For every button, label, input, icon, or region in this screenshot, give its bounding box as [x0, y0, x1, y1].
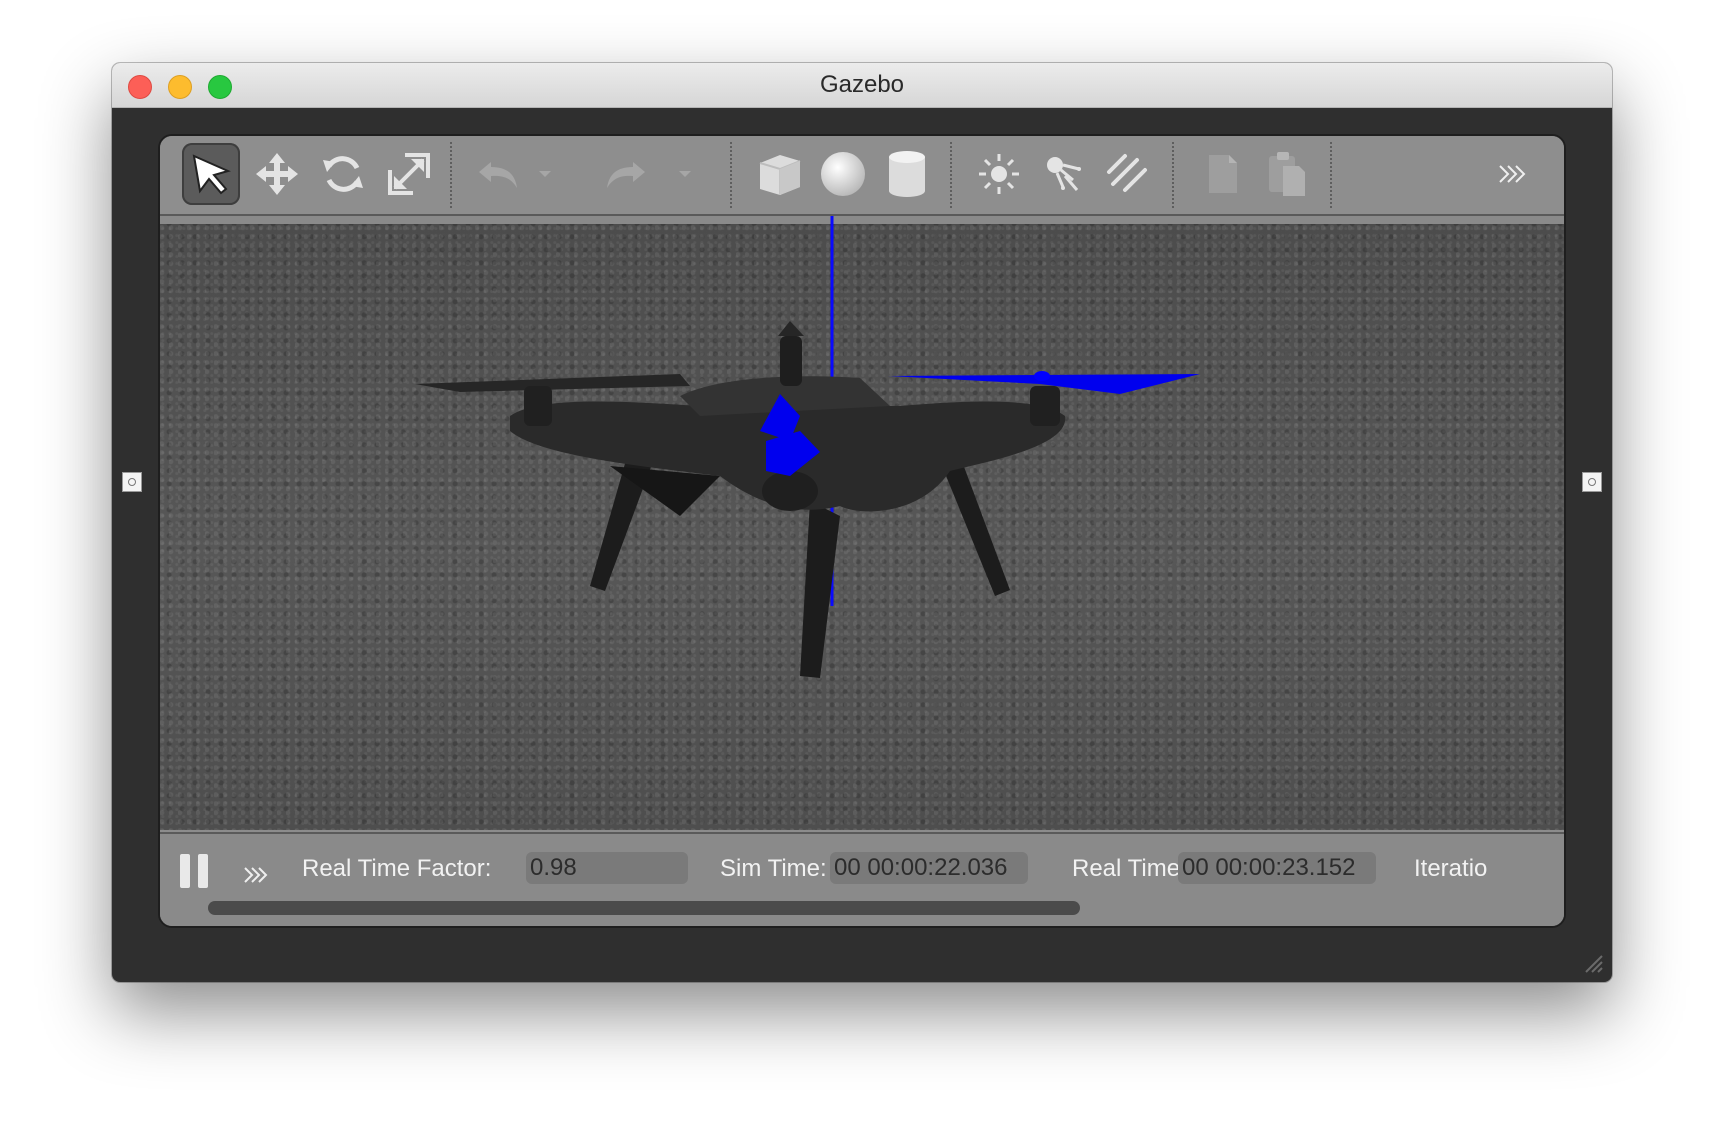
toolbar-separator: [730, 142, 732, 208]
cylinder-icon: [889, 151, 925, 197]
scale-tool[interactable]: [380, 143, 438, 205]
translate-tool[interactable]: [248, 143, 306, 205]
redo-history-dropdown[interactable]: [670, 143, 700, 205]
window-title: Gazebo: [819, 71, 905, 98]
toolbar-separator: [950, 142, 952, 208]
rotate-tool[interactable]: [314, 143, 372, 205]
arrow-cursor-icon: [192, 154, 231, 195]
sim-time-field[interactable]: 00 00:00:22.036: [830, 852, 1028, 884]
pause-button[interactable]: [180, 854, 210, 888]
render-panel: Real Time Factor: 0.98 Sim Time: 00 00:0…: [158, 134, 1566, 928]
cylinder-shape-button[interactable]: [878, 143, 936, 205]
sphere-icon: [821, 152, 865, 196]
redo-icon: [607, 162, 645, 188]
directional-light-icon: [1107, 154, 1147, 192]
pause-icon: [180, 854, 190, 888]
caret-down-icon: [539, 171, 551, 177]
real-time-factor-field[interactable]: 0.98: [526, 852, 688, 884]
title-bar[interactable]: Gazebo: [112, 63, 1612, 108]
horizontal-scrollbar[interactable]: [208, 901, 1080, 915]
box-shape-button[interactable]: [750, 143, 808, 205]
iterations-label: Iteratio: [1414, 855, 1488, 882]
scale-icon: [388, 153, 430, 195]
double-chevron-right-icon: [244, 867, 268, 883]
select-tool[interactable]: [182, 143, 240, 205]
step-button[interactable]: [242, 864, 270, 891]
resize-grip-icon[interactable]: [1582, 952, 1604, 974]
toolbar-overflow-button[interactable]: [1486, 143, 1536, 205]
sphere-shape-button[interactable]: [814, 143, 872, 205]
copy-icon: [1209, 155, 1237, 193]
paste-button[interactable]: [1258, 143, 1316, 205]
move-arrows-icon: [256, 153, 298, 195]
toolbar-separator: [1330, 142, 1332, 208]
real-time-field[interactable]: 00 00:00:23.152: [1178, 852, 1376, 884]
toolbar: [160, 136, 1564, 216]
directional-light-button[interactable]: [1098, 143, 1156, 205]
undo-button[interactable]: [470, 143, 528, 205]
copy-button[interactable]: [1194, 143, 1252, 205]
quadcopter-model[interactable]: [160, 216, 1564, 830]
spot-light-icon: [1047, 157, 1081, 191]
undo-icon: [479, 162, 517, 188]
real-time-label: Real Time:: [1072, 855, 1187, 882]
undo-history-dropdown[interactable]: [530, 143, 560, 205]
3d-viewport[interactable]: [160, 216, 1564, 830]
time-panel: Real Time Factor: 0.98 Sim Time: 00 00:0…: [160, 832, 1564, 926]
left-splitter-handle[interactable]: [122, 472, 142, 492]
point-light-button[interactable]: [970, 143, 1028, 205]
spot-light-button[interactable]: [1034, 143, 1092, 205]
gazebo-window: Gazebo Real Time Factor: 0.98 Sim Time: …: [112, 63, 1612, 982]
real-time-factor-label: Real Time Factor:: [302, 855, 492, 882]
right-splitter-handle[interactable]: [1582, 472, 1602, 492]
redo-button[interactable]: [596, 143, 654, 205]
rotate-icon: [323, 156, 363, 192]
toolbar-separator: [450, 142, 452, 208]
caret-down-icon: [679, 171, 691, 177]
sim-time-label: Sim Time:: [720, 855, 827, 882]
toolbar-separator: [1172, 142, 1174, 208]
double-chevron-right-icon: [1499, 165, 1526, 183]
paste-icon: [1269, 152, 1305, 196]
point-light-icon: [979, 154, 1019, 194]
box-icon: [759, 155, 801, 195]
